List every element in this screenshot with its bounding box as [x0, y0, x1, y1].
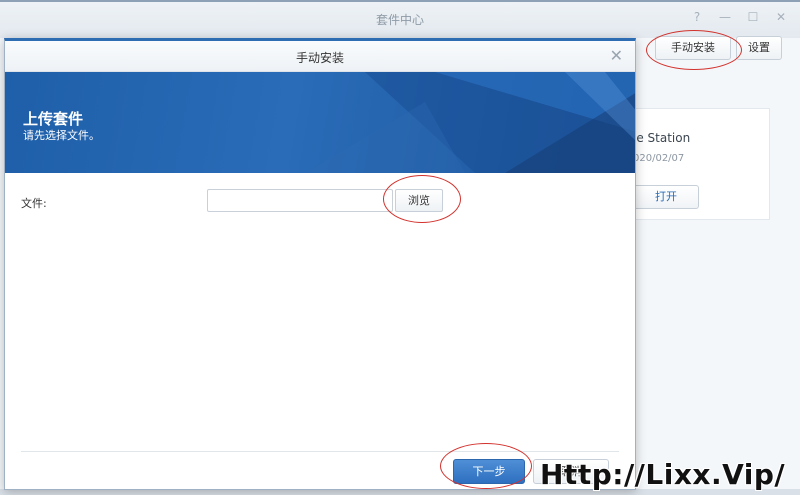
footer-divider	[21, 451, 619, 452]
banner-subtitle: 请先选择文件。	[23, 129, 100, 142]
minimize-icon[interactable]: —	[718, 10, 732, 24]
file-path-input[interactable]	[207, 189, 393, 212]
maximize-icon[interactable]: ☐	[746, 10, 760, 24]
package-open-button[interactable]: 打开	[633, 185, 699, 209]
close-window-icon[interactable]: ✕	[774, 10, 788, 24]
package-card-date: 020/02/07	[633, 153, 685, 164]
package-card-title: le Station	[633, 131, 691, 145]
dialog-banner: 上传套件 请先选择文件。	[5, 72, 635, 173]
close-icon[interactable]: ✕	[610, 46, 623, 65]
package-center-title: 套件中心	[375, 13, 424, 27]
banner-title: 上传套件	[23, 110, 84, 128]
banner-decoration	[305, 72, 635, 173]
browse-button[interactable]: 浏览	[395, 189, 443, 212]
help-icon[interactable]: ?	[690, 10, 704, 24]
dialog-titlebar: 手动安装 ✕	[5, 41, 635, 72]
watermark-text: Http://Lixx.Vip/	[540, 458, 786, 491]
package-center-titlebar: 套件中心 ? — ☐ ✕	[0, 0, 800, 38]
file-label: 文件:	[21, 197, 47, 210]
settings-button[interactable]: 设置	[736, 36, 782, 60]
window-controls: ? — ☐ ✕	[690, 10, 788, 24]
dialog-title: 手动安装	[295, 51, 344, 65]
manual-install-button[interactable]: 手动安装	[655, 36, 731, 60]
manual-install-dialog: 手动安装 ✕ 上传套件 请先选择文件。 文件: 浏览 下一步 取消	[4, 38, 636, 490]
next-button[interactable]: 下一步	[453, 459, 525, 484]
